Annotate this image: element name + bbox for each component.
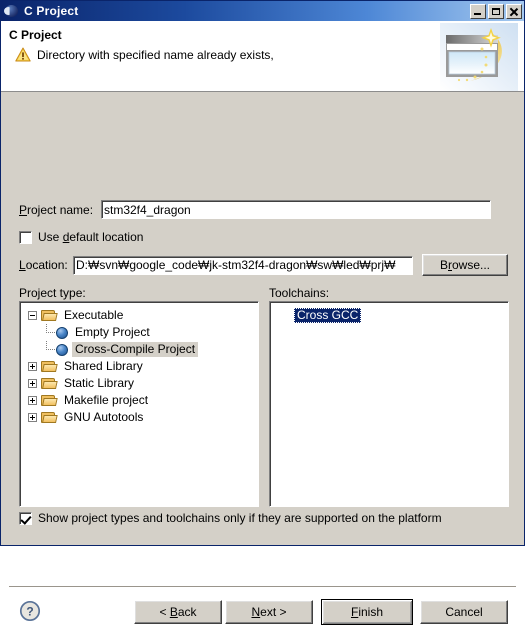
project-type-tree[interactable]: Executable Empty Project Cross-Compile Pro…	[19, 301, 259, 507]
title-bar[interactable]: C Project	[1, 1, 524, 21]
toolchain-item-label: Cross GCC	[294, 308, 362, 323]
tree-item[interactable]: Makefile project	[20, 392, 258, 409]
tree-item[interactable]: Cross-Compile Project	[20, 341, 258, 358]
location-row: Location: Browse...	[19, 254, 509, 276]
new-project-wizard-banner	[440, 23, 518, 91]
tree-guide-line	[42, 341, 56, 358]
status-message: Directory with specified name already ex…	[37, 47, 274, 62]
tree-item-label: Shared Library	[64, 359, 143, 373]
toolchain-item[interactable]: Cross GCC	[270, 307, 508, 324]
folder-icon	[41, 377, 58, 390]
tree-item-label: Executable	[64, 308, 124, 322]
tree-item[interactable]: Executable	[20, 307, 258, 324]
finish-button-label: Finish	[350, 605, 384, 619]
use-default-location-checkbox[interactable]	[19, 230, 32, 244]
toolchains-label: Toolchains:	[269, 286, 330, 300]
project-name-row: Project name:	[19, 200, 509, 219]
platform-filter-checkbox[interactable]	[19, 511, 32, 525]
folder-icon	[41, 360, 58, 373]
expand-icon[interactable]	[28, 396, 37, 405]
use-default-location-label: Use default location	[38, 230, 144, 244]
next-button-label: Next >	[251, 605, 287, 619]
eclipse-sphere-icon	[4, 3, 20, 19]
platform-filter-label: Show project types and toolchains only i…	[38, 511, 442, 525]
maximize-button[interactable]	[488, 3, 504, 19]
tree-item[interactable]: Empty Project	[20, 324, 258, 341]
folder-icon	[41, 411, 58, 424]
project-template-icon	[56, 343, 68, 356]
window-title: C Project	[24, 4, 79, 18]
dialog-body: Project name: Use default location Locat…	[1, 92, 524, 625]
tree-item-label: Empty Project	[75, 325, 150, 339]
browse-button[interactable]: Browse...	[422, 254, 508, 276]
tree-item-label: Makefile project	[64, 393, 149, 407]
warning-icon	[15, 47, 31, 62]
back-button-label: < Back	[159, 605, 197, 619]
browse-button-label: Browse...	[439, 258, 491, 272]
wizard-header: C Project Directory with specified name …	[1, 21, 524, 92]
tree-item-label: GNU Autotools	[64, 410, 144, 424]
c-project-dialog: C Project C Project Directory with speci…	[0, 0, 525, 625]
project-name-label: Project name:	[19, 202, 94, 217]
window-controls	[470, 3, 522, 19]
toolchains-list[interactable]: Cross GCC	[269, 301, 509, 507]
back-button[interactable]: < Back	[134, 600, 222, 624]
svg-text:?: ?	[26, 604, 33, 618]
use-default-location-row[interactable]: Use default location	[19, 230, 143, 244]
project-type-label: Project type:	[19, 286, 86, 300]
tree-guide-line	[42, 324, 56, 341]
finish-button[interactable]: Finish	[321, 599, 413, 625]
tree-item[interactable]: Shared Library	[20, 358, 258, 375]
tree-item[interactable]: Static Library	[20, 375, 258, 392]
minimize-button[interactable]	[470, 3, 486, 19]
next-button[interactable]: Next >	[225, 600, 313, 624]
collapse-icon[interactable]	[28, 311, 37, 320]
expand-icon[interactable]	[28, 379, 37, 388]
help-question-icon[interactable]: ?	[19, 600, 41, 622]
expand-icon[interactable]	[28, 362, 37, 371]
folder-icon	[41, 309, 58, 322]
tree-item-label: Static Library	[64, 376, 135, 390]
location-label: Location:	[19, 258, 68, 272]
project-name-input[interactable]	[101, 200, 491, 219]
project-template-icon	[56, 326, 68, 339]
platform-filter-row[interactable]: Show project types and toolchains only i…	[19, 511, 442, 525]
tree-item-label: Cross-Compile Project	[72, 342, 199, 357]
cancel-button-label: Cancel	[445, 605, 483, 619]
close-button[interactable]	[506, 3, 522, 19]
folder-icon	[41, 394, 58, 407]
footer-divider	[9, 586, 516, 587]
expand-icon[interactable]	[28, 413, 37, 422]
tree-item[interactable]: GNU Autotools	[20, 409, 258, 426]
location-input[interactable]	[73, 255, 413, 275]
cancel-button[interactable]: Cancel	[420, 600, 508, 624]
